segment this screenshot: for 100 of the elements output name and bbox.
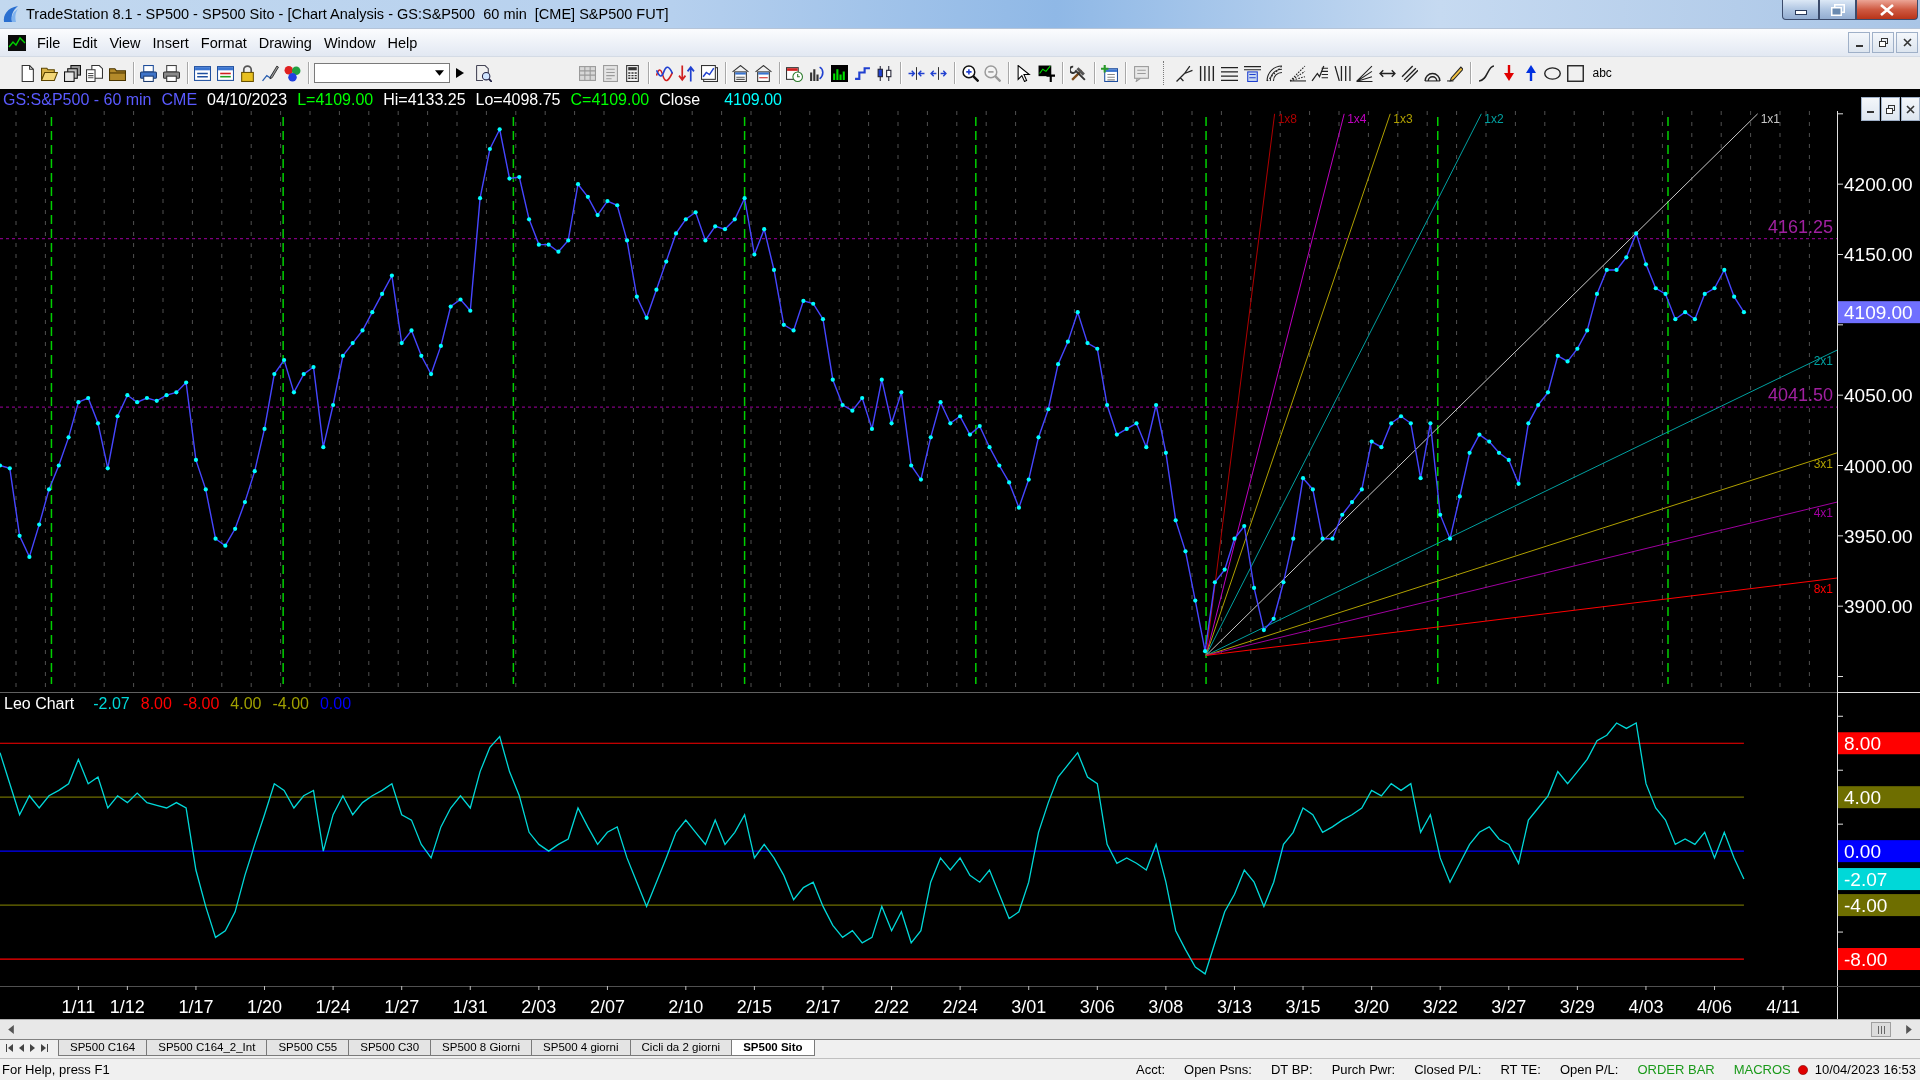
horizontal-scrollbar[interactable] [0,1019,1920,1039]
menu-item[interactable]: Help [381,32,424,53]
zigzag-lines-icon[interactable] [1311,64,1329,82]
arrows-out-icon[interactable] [930,64,948,82]
left-triangle-icon[interactable] [19,1044,24,1052]
skip-end-icon[interactable] [41,1044,48,1052]
menu-item[interactable]: Edit [66,32,104,53]
scrollbar-thumb[interactable] [1871,1022,1891,1037]
minimize-button[interactable] [1782,0,1819,20]
price-axis-label: 4050.00 [1844,385,1913,407]
left-arrow-icon[interactable] [8,1025,14,1034]
pen-lines-icon[interactable] [261,64,279,82]
bar-chart-icon[interactable] [831,64,849,82]
menu-item[interactable]: Window [317,32,382,53]
home-window-icon[interactable] [754,64,772,82]
restore-button[interactable] [1819,0,1856,20]
legend-value: -2.07 [93,695,130,713]
printer-icon[interactable] [162,64,180,82]
stacked-pages-icon[interactable] [63,64,81,82]
date-label: 3/13 [1216,997,1252,1017]
minimize-button[interactable] [1848,32,1870,53]
sheet-tab[interactable]: SP500 4 giorni [531,1040,631,1056]
legend-value: 8.00 [140,695,172,713]
rectangle-icon[interactable] [1566,64,1584,82]
angle-lines-icon[interactable] [1356,64,1374,82]
date-label: 3/20 [1354,997,1390,1017]
menu-item[interactable]: Format [194,32,253,53]
up-down-arrows-icon[interactable] [678,64,696,82]
minimize-button[interactable] [1861,97,1880,121]
price-axis-label: 4150.00 [1844,244,1913,266]
hammer-wrench-icon[interactable] [1069,64,1087,82]
slanted-bars-icon[interactable] [1333,64,1351,82]
right-triangle-icon[interactable] [30,1044,35,1052]
up-arrow-icon[interactable] [1525,65,1536,81]
pencil-icon[interactable] [1446,64,1464,82]
date-label: 4/03 [1628,997,1664,1017]
restore-icon [1878,38,1888,47]
date-label: 3/27 [1491,997,1527,1017]
arrows-in-icon[interactable] [907,64,925,82]
sheet-tab[interactable]: Cicli da 2 giorni [629,1040,733,1056]
zoom-in-icon[interactable] [961,64,979,82]
text-tool-button[interactable]: abc [1590,66,1614,80]
chart-window-icon [8,34,26,51]
close-button[interactable] [1896,32,1918,53]
candlestick-icon[interactable] [876,64,894,82]
calculator-icon[interactable] [624,64,642,82]
date-label: 2/17 [805,997,841,1017]
menu-item[interactable]: Drawing [252,32,318,53]
document-copy-icon[interactable] [86,64,104,82]
sheet-tab[interactable]: SP500 8 Giorni [430,1040,533,1056]
line-chart-icon[interactable] [700,64,718,82]
date-label: 2/15 [736,997,772,1017]
date-label: 3/01 [1011,997,1047,1017]
restore-icon [1886,104,1895,114]
printer-icon[interactable] [140,64,158,82]
close-button[interactable] [1856,0,1918,20]
menu-item[interactable]: File [31,32,67,53]
color-balls-icon[interactable] [284,64,302,82]
curve-icon[interactable] [1477,64,1495,82]
restore-button[interactable] [1872,32,1894,53]
chart-text-icon[interactable] [1038,64,1056,82]
play-arrow-icon[interactable] [456,68,464,78]
date-label: 2/03 [521,997,557,1017]
add-window-icon[interactable] [1101,64,1119,82]
menu-item[interactable]: Insert [146,32,195,53]
ellipse-icon[interactable] [1544,66,1562,80]
sheet-tab[interactable]: SP500 Sito [731,1040,815,1056]
wave-chart-icon[interactable] [655,64,673,82]
magnifier-page-icon[interactable] [474,64,492,82]
symbol-dropdown[interactable] [314,63,450,83]
skip-start-icon[interactable] [6,1044,13,1052]
close-button[interactable] [1901,97,1920,121]
window-list-icon[interactable] [194,64,212,82]
restore-button[interactable] [1881,97,1900,121]
step-line-icon[interactable] [853,64,871,82]
sheet-tab[interactable]: SP500 C164_2_Int [146,1040,268,1056]
right-arrow-icon[interactable] [1906,1025,1912,1034]
pointer-icon[interactable] [1015,64,1033,82]
header-value: Hi=4133.25 [383,91,466,109]
date-label: 2/07 [589,997,625,1017]
down-arrow-icon[interactable] [1503,65,1514,81]
horizontal-lines-icon[interactable] [1221,64,1239,82]
parallel-lines-icon[interactable] [1401,64,1419,82]
calendar-clock-icon[interactable] [786,64,804,82]
zoom-out-icon[interactable] [984,64,1002,82]
arcs-icon[interactable] [1266,64,1284,82]
dotted-fan-icon[interactable] [1288,64,1306,82]
vertical-lines-icon[interactable] [1198,64,1216,82]
padlock-icon[interactable] [239,64,257,82]
window-list-icon[interactable] [216,64,234,82]
menu-item[interactable]: View [103,32,147,53]
pitchfork-icon[interactable] [1176,64,1194,82]
sheet-tab[interactable]: SP500 C55 [266,1040,350,1056]
price-axis-label: 3950.00 [1844,525,1913,547]
home-window-icon[interactable] [732,64,750,82]
sheet-tab[interactable]: SP500 C164 [58,1040,148,1056]
grip-icon [1877,1025,1885,1034]
sheet-tab[interactable]: SP500 C30 [348,1040,432,1056]
lines-box-icon[interactable] [1243,64,1261,82]
bars-arc-icon[interactable] [808,64,826,82]
